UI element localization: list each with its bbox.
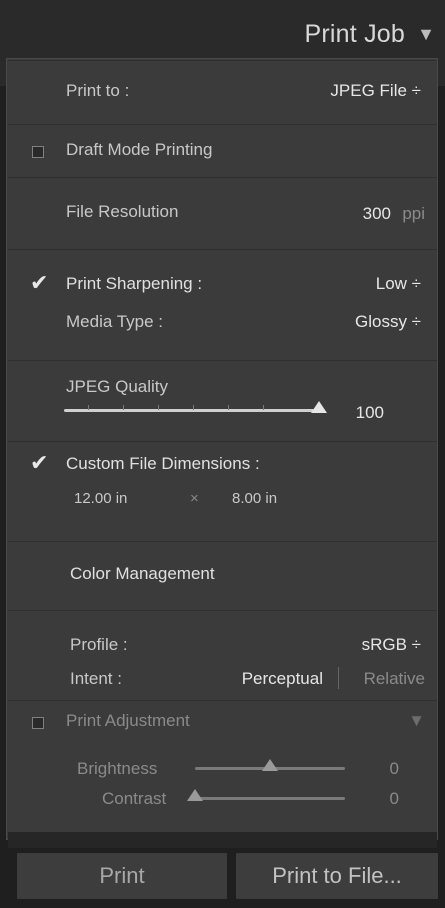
slider-tick [158, 405, 159, 410]
print-adjustment-section: Print Adjustment ▼ Brightness 0 Contrast… [8, 700, 437, 824]
draft-mode-checkbox[interactable] [32, 146, 44, 158]
footer-divider [8, 832, 437, 848]
custom-dimensions-label: Custom File Dimensions : [66, 454, 260, 473]
intent-label: Intent : [70, 669, 122, 688]
jpeg-quality-value[interactable]: 100 [356, 403, 384, 423]
brightness-label: Brightness [77, 759, 158, 778]
height-field[interactable]: 8.00 in [232, 490, 277, 507]
intent-divider [338, 667, 339, 689]
slider-tick [193, 405, 194, 410]
contrast-value[interactable]: 0 [390, 789, 399, 809]
profile-dropdown[interactable]: sRGB ÷ [362, 635, 421, 655]
file-resolution-section: File Resolution 300 ppi [8, 177, 437, 249]
print-button[interactable]: Print [16, 852, 228, 900]
jpeg-quality-section: JPEG Quality 100 [8, 360, 437, 441]
print-to-label: Print to : [66, 81, 130, 100]
intent-perceptual[interactable]: Perceptual [242, 669, 323, 689]
brightness-value[interactable]: 0 [390, 759, 399, 779]
file-resolution-unit: ppi [402, 204, 425, 223]
print-sharpening-section: ✔ Print Sharpening : Low ÷ Media Type : … [8, 249, 437, 360]
slider-tick [228, 405, 229, 410]
color-management-section: Profile : sRGB ÷ Intent : Perceptual Rel… [8, 610, 437, 700]
file-resolution-value[interactable]: 300 [363, 204, 391, 224]
slider-tick [123, 405, 124, 410]
profile-label: Profile : [70, 635, 128, 654]
print-to-file-button[interactable]: Print to File... [235, 852, 439, 900]
print-adjustment-label: Print Adjustment [66, 711, 190, 730]
contrast-label: Contrast [102, 789, 167, 808]
jpeg-quality-label: JPEG Quality [66, 377, 169, 396]
print-sharpening-label: Print Sharpening : [66, 274, 203, 293]
checkmark-icon[interactable]: ✔ [30, 270, 48, 296]
media-type-dropdown[interactable]: Glossy ÷ [355, 312, 421, 332]
jpeg-quality-slider-thumb[interactable] [311, 401, 327, 413]
triangle-down-icon[interactable]: ▼ [417, 24, 435, 45]
sharpening-dropdown[interactable]: Low ÷ [376, 274, 421, 294]
triangle-down-icon[interactable]: ▼ [408, 711, 425, 731]
print-adjustment-checkbox[interactable] [32, 717, 44, 729]
contrast-slider-thumb[interactable] [187, 789, 203, 801]
slider-tick [88, 405, 89, 410]
print-to-dropdown[interactable]: JPEG File ÷ [330, 81, 421, 101]
brightness-slider-thumb[interactable] [262, 759, 278, 771]
color-management-title: Color Management [70, 564, 215, 583]
slider-tick [263, 405, 264, 410]
custom-dimensions-section: ✔ Custom File Dimensions : 12.00 in × 8.… [8, 441, 437, 541]
draft-mode-section: Draft Mode Printing [8, 124, 437, 177]
panel-title: Print Job [304, 20, 405, 48]
draft-mode-label: Draft Mode Printing [66, 140, 213, 159]
contrast-slider-track[interactable] [195, 797, 345, 800]
print-to-section: Print to : JPEG File ÷ [8, 60, 437, 124]
intent-relative[interactable]: Relative [364, 669, 425, 689]
checkmark-icon[interactable]: ✔ [30, 450, 48, 476]
color-management-header[interactable]: Color Management [8, 541, 437, 610]
file-resolution-label: File Resolution [66, 202, 179, 221]
dimension-separator: × [190, 490, 199, 507]
jpeg-quality-slider-track[interactable] [64, 409, 319, 412]
width-field[interactable]: 12.00 in [74, 490, 127, 507]
media-type-label: Media Type : [66, 312, 164, 331]
